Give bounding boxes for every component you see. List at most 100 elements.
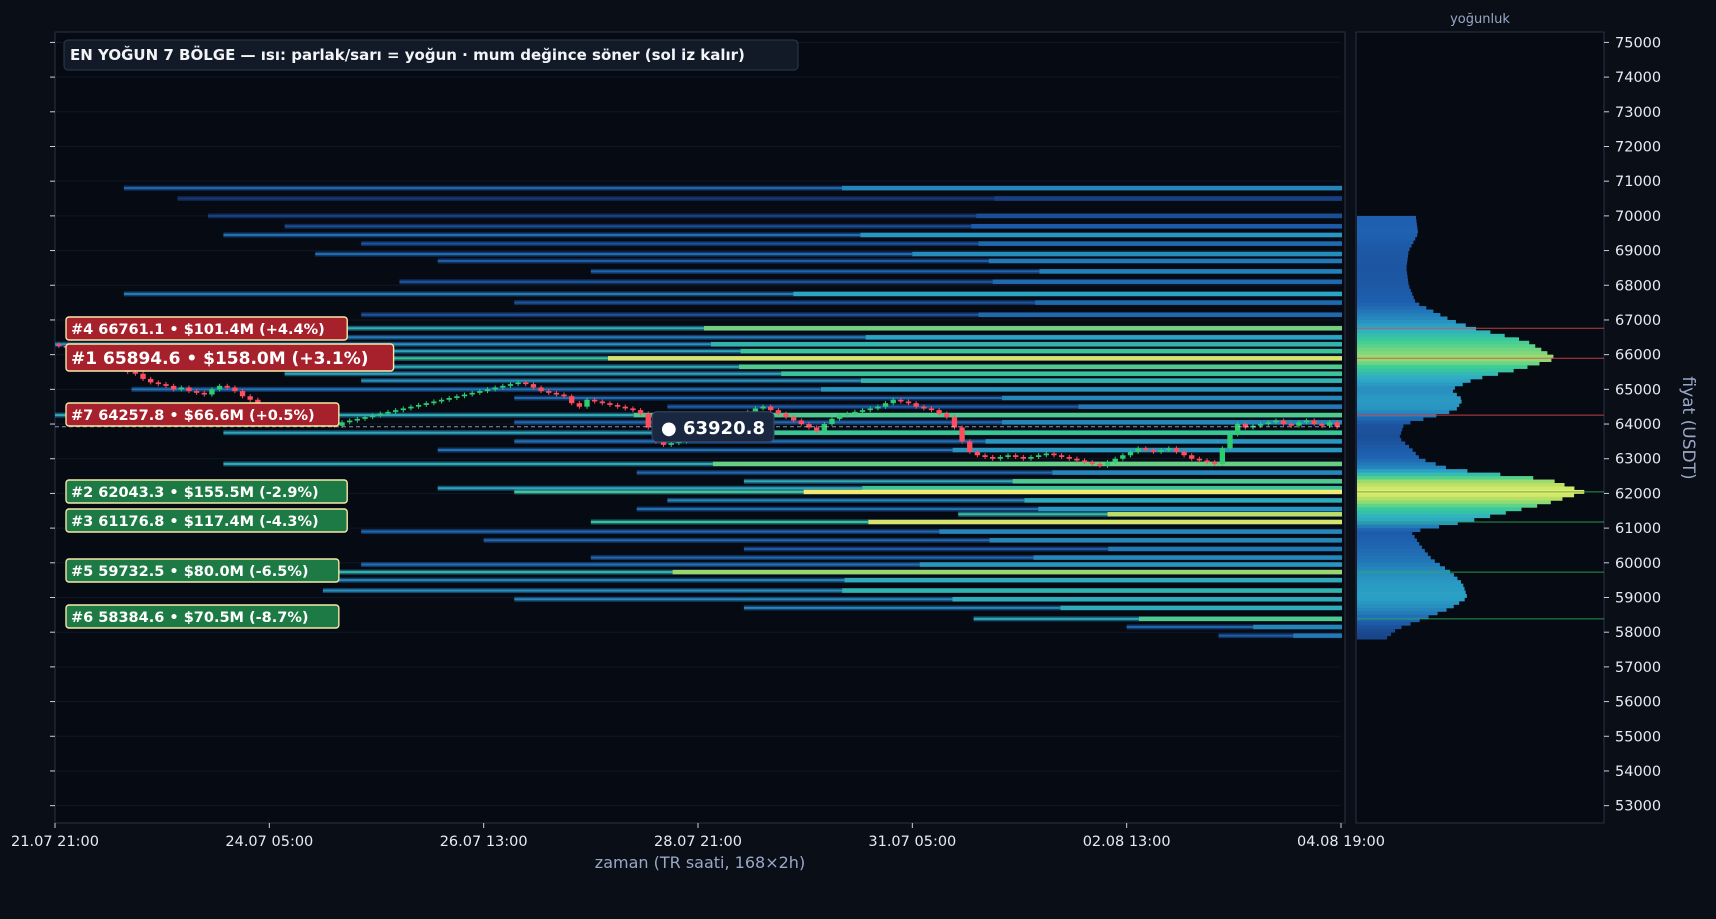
heat-band: [223, 430, 1342, 436]
profile-bar: [1357, 524, 1440, 529]
heat-band: [514, 438, 1342, 444]
profile-bar: [1357, 319, 1456, 324]
y-tick-label: 74000: [1615, 70, 1661, 86]
heat-band: [437, 447, 1342, 453]
profile-bar: [1357, 281, 1409, 286]
profile-bar: [1357, 309, 1434, 314]
profile-bar: [1357, 424, 1404, 428]
profile-bar: [1357, 448, 1413, 453]
profile-bar: [1357, 219, 1417, 224]
profile-bar: [1357, 594, 1467, 598]
profile-bar: [1357, 444, 1410, 449]
heat-band: [399, 279, 1342, 285]
profile-bar: [1357, 371, 1498, 376]
profile-bar: [1357, 292, 1413, 297]
profile-bar: [1357, 503, 1538, 508]
y-tick-label: 61000: [1615, 521, 1661, 537]
profile-bar: [1357, 514, 1491, 519]
heat-band: [284, 371, 1343, 377]
zone-label-6: #6 58384.6 • $70.5M (-8.7%): [65, 604, 340, 629]
profile-bar: [1357, 368, 1514, 373]
profile-bar: [1357, 625, 1402, 630]
profile-bar: [1357, 399, 1462, 404]
y-tick-label: 56000: [1615, 695, 1661, 711]
heat-band: [123, 291, 1343, 297]
heat-band: [514, 489, 1342, 495]
profile-bar: [1357, 340, 1530, 345]
chart-title: EN YOĞUN 7 BÖLGE — ısı: parlak/sarı = yo…: [70, 45, 745, 64]
profile-bar: [1357, 406, 1457, 411]
profile-bar: [1357, 632, 1392, 637]
y-tick-label: 62000: [1615, 486, 1661, 502]
profile-bar: [1357, 621, 1411, 626]
profile-bar: [1357, 267, 1407, 272]
profile-bar: [1357, 635, 1388, 640]
heat-band: [514, 419, 1342, 425]
y-tick-label: 64000: [1615, 417, 1661, 433]
profile-bar: [1357, 410, 1450, 415]
profile-bar: [1357, 337, 1520, 342]
profile-bar: [1357, 330, 1491, 335]
profile-bar: [1357, 403, 1460, 408]
profile-bar: [1357, 295, 1414, 300]
heat-band: [284, 334, 1343, 340]
profile-bar: [1357, 271, 1408, 276]
y-tick-label: 65000: [1615, 382, 1661, 398]
profile-bar: [1357, 378, 1471, 383]
profile-bar: [1357, 590, 1466, 595]
profile-bar: [1357, 600, 1460, 605]
profile-bar: [1357, 233, 1418, 238]
y-tick-label: 68000: [1615, 278, 1661, 294]
heatmap-chart: ● 63920.8 53000 54000 55000 56000 57000 58000…: [11, 12, 1698, 872]
heat-band: [514, 395, 1342, 401]
y-tick-label: 71000: [1615, 174, 1661, 190]
x-tick-label: 04.08 19:00: [1297, 834, 1385, 850]
heat-band: [208, 569, 1343, 575]
y-tick-label: 75000: [1615, 35, 1661, 51]
title-box: EN YOĞUN 7 BÖLGE — ısı: parlak/sarı = yo…: [63, 39, 799, 71]
heat-band: [1218, 633, 1342, 639]
zone-label-text: #1 65894.6 • $158.0M (+3.1%): [71, 349, 369, 369]
profile-bar: [1357, 562, 1440, 567]
profile-bar: [1357, 434, 1400, 439]
profile-bar: [1357, 365, 1528, 369]
heat-band: [973, 616, 1342, 622]
zone-label-text: #2 62043.3 • $155.5M (-2.9%): [71, 485, 319, 501]
current-price-label: ● 63920.8: [661, 418, 765, 439]
profile-bar: [1357, 333, 1505, 338]
profile-title: yoğunluk: [1450, 12, 1510, 27]
profile-bar: [1357, 604, 1454, 609]
profile-bar: [1357, 247, 1410, 251]
profile-bar: [1357, 493, 1575, 498]
profile-bar: [1357, 254, 1408, 258]
heat-band: [208, 213, 1343, 219]
zone-label-1: #1 65894.6 • $158.0M (+3.1%): [65, 343, 395, 372]
zone-label-text: #4 66761.1 • $101.4M (+4.4%): [71, 322, 325, 338]
y-axis-label: fiyat (USDT): [1678, 376, 1698, 479]
profile-bar: [1357, 344, 1536, 349]
profile-bar: [1357, 347, 1542, 352]
profile-bar: [1357, 326, 1477, 331]
profile-bar: [1357, 240, 1414, 245]
profile-bar: [1357, 555, 1431, 560]
profile-bar: [1357, 306, 1427, 310]
zone-label-text: #5 59732.5 • $80.0M (-6.5%): [71, 564, 309, 580]
heat-band: [284, 223, 1343, 229]
y-tick-label: 53000: [1615, 799, 1661, 815]
profile-bar: [1357, 559, 1435, 564]
profile-bar: [1357, 597, 1465, 602]
profile-bar: [1357, 288, 1411, 293]
profile-bar: [1357, 500, 1551, 505]
x-tick-label: 26.07 13:00: [440, 834, 528, 850]
heat-band: [590, 519, 1342, 525]
heat-band: [437, 258, 1342, 264]
heat-band: [1126, 624, 1342, 630]
heat-band: [223, 325, 1342, 331]
profile-bar: [1357, 260, 1408, 265]
profile-bar: [1357, 611, 1438, 616]
profile-bar: [1357, 535, 1415, 539]
heat-band: [636, 470, 1342, 476]
profile-bar: [1357, 361, 1540, 366]
profile-bar: [1357, 274, 1408, 279]
heat-band: [361, 241, 1342, 247]
